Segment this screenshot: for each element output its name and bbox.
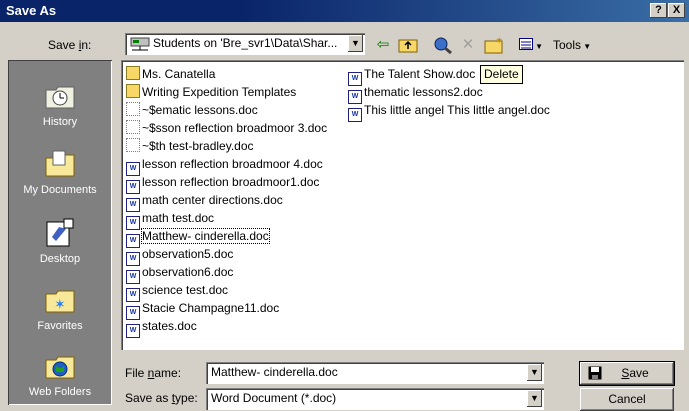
web-folders-icon [44, 350, 76, 382]
file-name: ~$sson reflection broadmoor 3.doc [142, 121, 328, 135]
back-arrow-icon[interactable]: ⇦ [372, 34, 394, 56]
file-name-label: File name: [125, 366, 182, 380]
title-bar: Save As ? X [0, 0, 689, 22]
places-bar: History My Documents Desktop ✶ Favorites… [8, 60, 112, 405]
file-name: Ms. Canatella [142, 67, 216, 81]
favorites-icon: ✶ [44, 284, 76, 316]
list-item[interactable]: Writing Expedition Templates [126, 83, 296, 101]
file-name: lesson reflection broadmoor1.doc [142, 175, 320, 189]
save-button[interactable]: Save [579, 361, 675, 386]
views-menu[interactable]: ▼ [513, 34, 549, 56]
list-item[interactable]: Wscience test.doc [126, 281, 229, 302]
place-history[interactable]: History [8, 80, 112, 128]
word-document-icon: W [126, 324, 140, 338]
place-web-folders[interactable]: Web Folders [8, 350, 112, 398]
tools-label: Tools [553, 38, 582, 52]
list-item[interactable]: Wobservation6.doc [126, 263, 234, 284]
up-one-level-icon[interactable] [397, 34, 419, 56]
list-item[interactable]: ~$th test-bradley.doc [126, 137, 254, 155]
save-in-value: Students on 'Bre_svr1\Data\Shar... [153, 36, 338, 50]
save-as-type-dropdown[interactable]: Word Document (*.doc) ▼ [206, 388, 544, 410]
temp-file-icon [126, 102, 140, 116]
temp-file-icon [126, 120, 140, 134]
file-name: Stacie Champagne11.doc [142, 301, 280, 315]
file-name: The Talent Show.doc [364, 67, 476, 81]
network-drive-icon [130, 37, 150, 51]
desktop-icon [44, 217, 76, 249]
list-item[interactable]: ~$ematic lessons.doc [126, 101, 258, 119]
floppy-disk-icon [588, 366, 602, 380]
file-name: ~$ematic lessons.doc [142, 103, 258, 117]
save-in-dropdown[interactable]: Students on 'Bre_svr1\Data\Shar... ▼ [125, 33, 365, 55]
place-favorites[interactable]: ✶ Favorites [8, 284, 112, 332]
list-item[interactable]: W The Talent Show.doc [348, 65, 476, 86]
file-name: math test.doc [142, 211, 215, 225]
word-document-icon: W [348, 108, 362, 122]
place-desktop[interactable]: Desktop [8, 217, 112, 265]
file-name-input[interactable]: Matthew- cinderella.doc ▼ [206, 362, 544, 384]
my-documents-icon [44, 148, 76, 180]
list-item[interactable]: Wmath test.doc [126, 209, 215, 230]
place-my-documents[interactable]: My Documents [8, 148, 112, 196]
save-in-label: Save in: [48, 38, 92, 52]
file-name: Writing Expedition Templates [142, 85, 297, 99]
list-item[interactable]: Ms. Canatella [126, 65, 215, 83]
file-name: science test.doc [142, 283, 229, 297]
file-name-value: Matthew- cinderella.doc [211, 365, 338, 379]
file-name: Matthew- cinderella.doc [141, 228, 270, 244]
file-name: ~$th test-bradley.doc [142, 139, 254, 153]
list-item[interactable]: Wmath center directions.doc [126, 191, 283, 212]
close-button[interactable]: X [668, 3, 685, 18]
temp-file-icon [126, 138, 140, 152]
folder-icon [126, 84, 140, 98]
cancel-button[interactable]: Cancel [580, 388, 674, 411]
delete-icon[interactable]: ✕ [457, 34, 479, 56]
file-name: thematic lessons2.doc [364, 85, 483, 99]
svg-text:✶: ✶ [495, 36, 503, 47]
help-button[interactable]: ? [650, 3, 667, 18]
new-folder-icon[interactable]: ✶ [483, 34, 505, 56]
list-item[interactable]: Wlesson reflection broadmoor 4.doc [126, 155, 323, 176]
file-name: observation6.doc [142, 265, 234, 279]
place-label: Favorites [37, 320, 83, 332]
list-item[interactable]: ~$sson reflection broadmoor 3.doc [126, 119, 327, 137]
list-item[interactable]: Wobservation5.doc [126, 245, 234, 266]
file-name: lesson reflection broadmoor 4.doc [142, 157, 323, 171]
history-icon [44, 80, 76, 112]
place-label: Web Folders [28, 386, 92, 398]
chevron-down-icon[interactable]: ▼ [527, 390, 542, 407]
delete-tooltip: Delete [480, 65, 523, 84]
file-name: math center directions.doc [142, 193, 283, 207]
list-item[interactable]: Wstates.doc [126, 317, 197, 338]
chevron-down-icon[interactable]: ▼ [348, 35, 363, 52]
svg-text:✶: ✶ [54, 296, 66, 312]
file-name: states.doc [142, 319, 197, 333]
save-as-type-label: Save as type: [125, 391, 198, 405]
place-label: Desktop [39, 253, 81, 265]
save-as-type-value: Word Document (*.doc) [211, 391, 337, 405]
search-web-icon[interactable] [432, 34, 454, 56]
window-title: Save As [6, 3, 57, 18]
file-name: observation5.doc [142, 247, 234, 261]
file-list[interactable]: Ms. Canatella Writing Expedition Templat… [121, 60, 684, 350]
list-item[interactable]: W Stacie Champagne11.doc [126, 299, 280, 320]
chevron-down-icon[interactable]: ▼ [527, 364, 542, 381]
list-item[interactable]: Wlesson reflection broadmoor1.doc [126, 173, 320, 194]
place-label: History [42, 116, 78, 128]
list-item[interactable]: Wthematic lessons2.doc [348, 83, 483, 104]
list-item-selected[interactable]: W Matthew- cinderella.doc [126, 227, 270, 248]
folder-icon [126, 66, 140, 80]
file-name: This little angel This little angel.doc [364, 103, 550, 117]
list-item[interactable]: W This little angel This little angel.doc [348, 101, 550, 122]
tools-menu[interactable]: Tools ▼ [553, 38, 591, 52]
place-label: My Documents [23, 184, 97, 196]
